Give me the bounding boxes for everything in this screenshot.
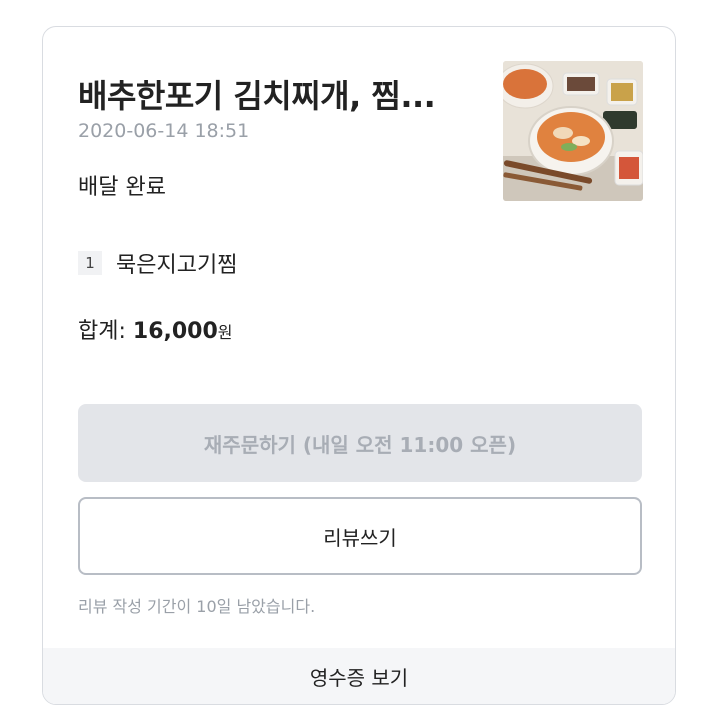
- restaurant-title[interactable]: 배추한포기 김치찌개, 찜...: [78, 71, 478, 117]
- total-label: 합계:: [78, 319, 133, 344]
- food-thumbnail[interactable]: [503, 61, 643, 201]
- view-receipt-button[interactable]: 영수증 보기: [43, 648, 675, 704]
- item-quantity-badge: 1: [78, 251, 102, 275]
- item-name: 묵은지고기찜: [116, 253, 238, 278]
- write-review-button[interactable]: 리뷰쓰기: [78, 497, 642, 575]
- total-unit: 원: [217, 323, 233, 342]
- food-photo-illustration: [503, 61, 643, 201]
- order-status: 배달 완료: [78, 175, 166, 200]
- order-card: 배추한포기 김치찌개, 찜... 2020-06-14 18:51 배달 완료 …: [42, 26, 676, 705]
- reorder-button[interactable]: 재주문하기 (내일 오전 11:00 오픈): [78, 404, 642, 482]
- order-datetime: 2020-06-14 18:51: [78, 120, 250, 142]
- order-total: 합계: 16,000원: [78, 313, 233, 345]
- total-amount: 16,000: [132, 319, 218, 344]
- order-item-row: 1 묵은지고기찜: [78, 247, 237, 279]
- review-deadline-notice: 리뷰 작성 기간이 10일 남았습니다.: [78, 597, 316, 616]
